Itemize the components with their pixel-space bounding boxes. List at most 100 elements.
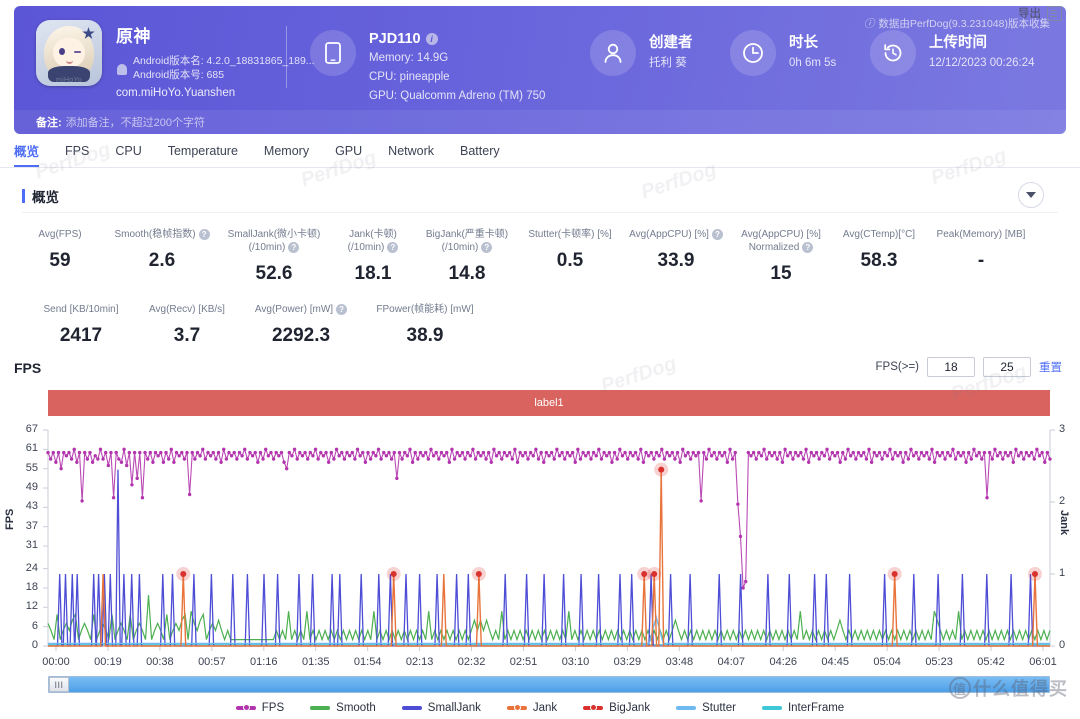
help-icon[interactable]: ? — [481, 242, 493, 253]
x-tick: 00:19 — [94, 656, 122, 668]
stat-value: 0.5 — [556, 250, 584, 271]
upload-time-block: 上传时间 12/12/2023 00:26:24 — [870, 30, 1035, 76]
timeline-scroll-handle[interactable]: III — [49, 677, 69, 692]
stat-label: Avg(AppCPU) [%]? — [622, 228, 730, 241]
export-icon — [1047, 5, 1062, 21]
note-label: 备注: — [36, 117, 62, 129]
stat-bigjank: BigJank(严重卡顿) (/10min)? 14.8 — [416, 222, 518, 285]
tab-概览[interactable]: 概览 — [14, 141, 40, 167]
legend-item-smooth[interactable]: Smooth — [310, 702, 376, 714]
x-tick: 05:23 — [925, 656, 953, 668]
fps-chart[interactable] — [0, 424, 1080, 672]
stat-label: Avg(Power) [mW]? — [238, 303, 364, 316]
x-tick: 02:51 — [509, 656, 538, 668]
y-tick: 18 — [25, 580, 38, 593]
device-info-icon[interactable]: i — [425, 33, 438, 45]
tab-Temperature[interactable]: Temperature — [168, 144, 238, 163]
help-icon[interactable]: ? — [288, 242, 300, 253]
y-tick: 55 — [25, 461, 38, 474]
overview-title-text: 概览 — [32, 190, 59, 205]
overview-separator — [22, 212, 1058, 213]
header-divider — [286, 26, 287, 88]
y-axis-right-title: Jank — [1058, 510, 1070, 536]
overview-title: 概览 — [22, 186, 59, 206]
overview-collapse-button[interactable] — [1018, 182, 1044, 208]
help-icon[interactable]: ? — [336, 304, 348, 315]
stat-label: Avg(AppCPU) [%] Normalized? — [741, 229, 821, 253]
app-icon: miHoYo — [36, 20, 102, 86]
x-tick: 04:45 — [821, 656, 849, 668]
legend-item-stutter[interactable]: Stutter — [676, 702, 736, 714]
legend-label: InterFrame — [787, 702, 845, 714]
stat-stutter: Stutter(卡顿率) [%] 0.5 — [518, 222, 622, 285]
tab-Memory[interactable]: Memory — [264, 144, 309, 163]
legend-item-fps[interactable]: FPS — [235, 702, 285, 714]
help-icon[interactable]: ? — [711, 229, 723, 240]
help-icon[interactable]: ? — [387, 242, 399, 253]
stat-smalljank: SmallJank(微小卡顿) (/10min)? 52.6 — [218, 222, 330, 285]
stat-send-[kb/10min]: Send [KB/10min] 2417 — [26, 297, 136, 347]
stat-value: 2417 — [59, 325, 103, 346]
legend-item-jank[interactable]: Jank — [506, 702, 557, 714]
legend-item-interframe[interactable]: InterFrame — [761, 702, 845, 714]
upload-value: 12/12/2023 00:26:24 — [929, 57, 1035, 69]
fps-threshold-high-input[interactable] — [983, 357, 1031, 377]
tab-FPS[interactable]: FPS — [65, 144, 89, 163]
stat-jank: Jank(卡顿) (/10min)? 18.1 — [330, 222, 416, 285]
x-tick: 00:57 — [198, 656, 226, 668]
legend-label: Smooth — [336, 702, 376, 714]
x-tick: 00:00 — [42, 656, 70, 668]
stat-value: 18.1 — [354, 263, 392, 284]
android-version-name: Android版本名: 4.2.0_18831865_189... — [133, 55, 315, 67]
reset-button[interactable]: 重置 — [1039, 359, 1062, 375]
fps-threshold-low-input[interactable] — [927, 357, 975, 377]
stat-avg: Avg(FPS) 59 — [14, 222, 106, 285]
x-tick: 04:26 — [769, 656, 797, 668]
site-watermark-badge: 值 — [949, 677, 971, 699]
stat-value: 15 — [770, 263, 792, 284]
upload-title: 上传时间 — [929, 35, 987, 51]
app-name: 原神 — [116, 27, 151, 46]
stat-fpower: FPower(帧能耗) [mW] 38.9 — [364, 297, 486, 347]
label-span-text: label1 — [534, 397, 564, 409]
tab-Battery[interactable]: Battery — [460, 144, 500, 163]
legend-item-smalljank[interactable]: SmallJank — [401, 702, 481, 714]
tab-Network[interactable]: Network — [388, 144, 434, 163]
chevron-down-icon — [1026, 192, 1036, 198]
stat-value: 14.8 — [448, 263, 486, 284]
tab-GPU[interactable]: GPU — [335, 144, 362, 163]
legend-swatch — [401, 706, 422, 710]
app-package-name: com.miHoYo.Yuanshen — [116, 87, 236, 99]
x-tick: 01:16 — [250, 656, 278, 668]
y-tick: 37 — [25, 519, 38, 532]
stat-peak: Peak(Memory) [MB] - — [926, 222, 1036, 285]
help-icon[interactable]: ? — [198, 229, 210, 240]
stat-value: 59 — [49, 250, 71, 271]
note-field[interactable]: 备注: 添加备注，不超过200个字符 — [14, 110, 1066, 134]
stat-value: - — [977, 250, 985, 271]
stat-label: BigJank(严重卡顿) (/10min)? — [425, 229, 509, 253]
label-span-bar[interactable]: label1 — [48, 390, 1050, 416]
info-circle-icon: ⓘ — [863, 18, 875, 30]
y-tick-right: 3 — [1059, 423, 1066, 435]
legend-swatch — [506, 704, 527, 711]
android-icon — [116, 61, 128, 75]
timeline-scrollbar[interactable]: III — [48, 676, 1050, 693]
x-tick: 05:42 — [977, 656, 1005, 668]
legend-label: FPS — [261, 702, 285, 714]
stat-label: SmallJank(微小卡顿) (/10min)? — [227, 229, 321, 253]
overview-stats: Avg(FPS) 59 Smooth(稳帧指数)? 2.6 SmallJank(微小卡顿… — [0, 222, 1080, 347]
y-tick: 43 — [25, 500, 38, 513]
legend-item-bigjank[interactable]: BigJank — [583, 702, 650, 714]
stat-label: Avg(Recv) [KB/s] — [149, 304, 225, 315]
y-tick: 31 — [25, 539, 38, 552]
tab-CPU[interactable]: CPU — [115, 144, 141, 163]
legend-label: SmallJank — [427, 702, 481, 714]
help-icon[interactable]: ? — [802, 242, 814, 253]
stat-avg: Avg(Power) [mW]? 2292.3 — [238, 297, 364, 347]
stat-label: Avg(CTemp)[°C] — [842, 229, 916, 240]
legend-swatch — [761, 706, 782, 710]
legend-swatch — [583, 704, 604, 711]
stat-label: Jank(卡顿) (/10min)? — [347, 229, 399, 253]
export-button[interactable]: 导出 — [1018, 5, 1062, 21]
